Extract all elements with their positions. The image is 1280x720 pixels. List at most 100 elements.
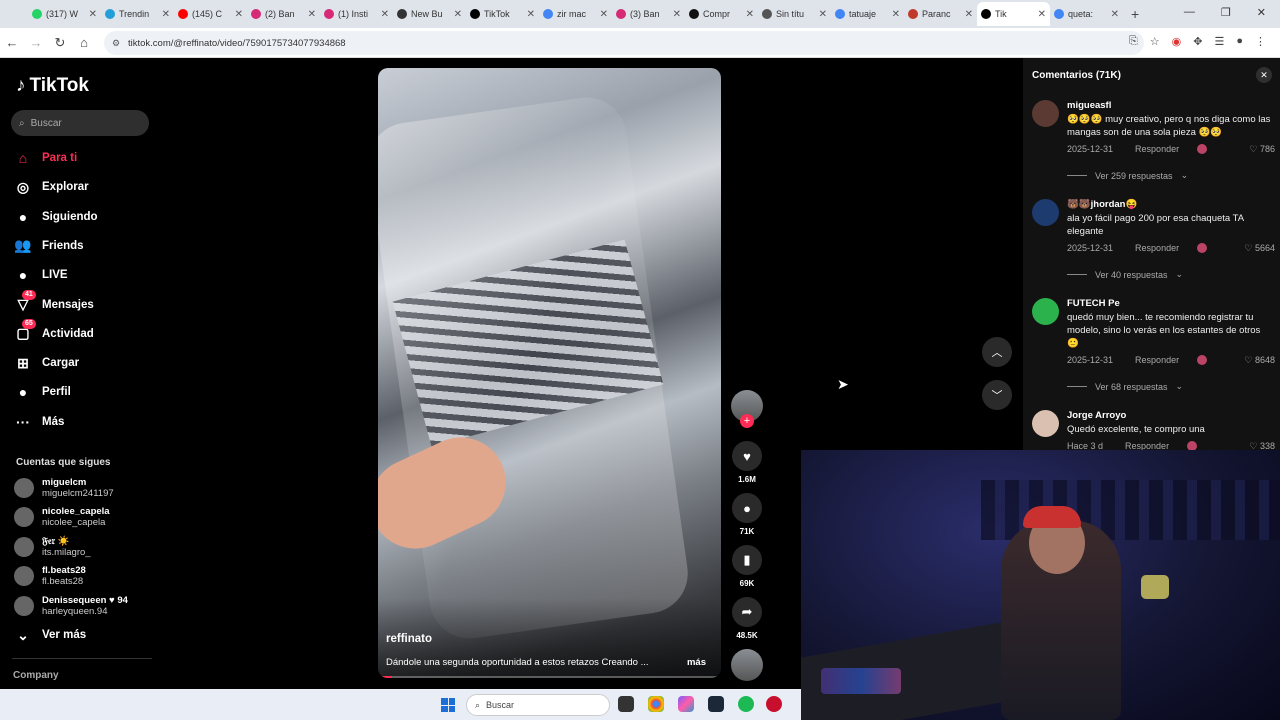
browser-tab[interactable]: zir mac ✕	[539, 2, 612, 26]
comment-button[interactable]: ● 71K	[731, 493, 763, 536]
following-account[interactable]: nicolee_capela nicolee_capela	[14, 504, 154, 530]
comment-username[interactable]: FUTECH Pe	[1067, 298, 1120, 309]
view-replies-button[interactable]: Ver 40 respuestas ⌄	[1067, 269, 1183, 280]
reload-icon[interactable]: ↻	[48, 35, 72, 51]
tab-close-icon[interactable]: ✕	[527, 9, 535, 20]
extension-record-icon[interactable]: ◉	[1172, 35, 1182, 48]
avatar[interactable]	[1032, 410, 1059, 437]
tab-close-icon[interactable]: ✕	[89, 9, 97, 20]
spotify-icon[interactable]	[738, 696, 754, 712]
comment-username[interactable]: Jorge Arroyo	[1067, 410, 1126, 421]
install-app-icon[interactable]: ⎘	[1129, 35, 1138, 48]
site-info-icon[interactable]: ⚙	[112, 38, 120, 49]
tab-close-icon[interactable]: ✕	[162, 9, 170, 20]
sidebar-item[interactable]: ● Siguiendo	[14, 205, 154, 229]
tab-close-icon[interactable]: ✕	[381, 9, 389, 20]
view-replies-button[interactable]: Ver 68 respuestas ⌄	[1067, 381, 1183, 392]
sidebar-item[interactable]: ◎ Explorar	[14, 175, 154, 199]
sidebar-item[interactable]: ··· Más	[14, 410, 154, 434]
copilot-icon[interactable]	[678, 696, 694, 712]
minimize-icon[interactable]: —	[1184, 6, 1195, 19]
browser-tab[interactable]: (3) Ban ✕	[612, 2, 685, 26]
browser-menu-icon[interactable]: ⋮	[1255, 35, 1266, 48]
tiktok-logo[interactable]: ♪ TikTok	[16, 75, 89, 97]
like-button[interactable]: ♥ 1.6M	[731, 441, 763, 484]
new-tab-icon[interactable]: +	[1131, 6, 1139, 22]
following-account[interactable]: miguelcm miguelcm241197	[14, 475, 154, 501]
close-window-icon[interactable]: ✕	[1257, 6, 1266, 19]
tab-close-icon[interactable]: ✕	[746, 9, 754, 20]
browser-tab[interactable]: (145) C ✕	[174, 2, 247, 26]
tab-close-icon[interactable]: ✕	[454, 9, 462, 20]
browser-tab[interactable]: (2) Ban ✕	[247, 2, 320, 26]
comment-username[interactable]: 🐻🐻jhordan😝	[1067, 199, 1137, 210]
browser-tab[interactable]: Sin títu ✕	[758, 2, 831, 26]
tab-search-icon[interactable]: ☰	[1214, 35, 1224, 48]
sidebar-item[interactable]: ● LIVE	[14, 263, 154, 287]
avatar[interactable]	[1032, 199, 1059, 226]
tab-close-icon[interactable]: ✕	[819, 9, 827, 20]
following-account[interactable]: 𝔉𝔢𝔯 ☀️ its.milagro_	[14, 534, 154, 560]
sidebar-item[interactable]: ⌂ Para ti	[14, 146, 154, 170]
browser-tab[interactable]: Compr ✕	[685, 2, 758, 26]
reply-button[interactable]: Responder	[1135, 243, 1179, 253]
previous-video-button[interactable]: ︿	[982, 337, 1012, 367]
avatar[interactable]	[1032, 298, 1059, 325]
sidebar-item[interactable]: ● Perfil	[14, 380, 154, 404]
company-link[interactable]: Company	[13, 670, 59, 681]
browser-tab[interactable]: (317) W ✕	[28, 2, 101, 26]
creator-avatar[interactable]: +	[731, 390, 763, 428]
browser-tab[interactable]: (1) Insti ✕	[320, 2, 393, 26]
close-icon[interactable]: ✕	[1256, 67, 1272, 83]
share-button[interactable]: ➦ 48.5K	[731, 597, 763, 640]
browser-tab[interactable]: tatuaje ✕	[831, 2, 904, 26]
tab-close-icon[interactable]: ✕	[600, 9, 608, 20]
music-disc[interactable]	[731, 649, 763, 681]
url-field[interactable]: ⚙ tiktok.com/@reffinato/video/7590175734…	[104, 31, 1144, 55]
tab-close-icon[interactable]: ✕	[673, 9, 681, 20]
tab-close-icon[interactable]: ✕	[892, 9, 900, 20]
following-account[interactable]: fl.beats28 fl.beats28	[14, 563, 154, 589]
sidebar-item[interactable]: ⊞ Cargar	[14, 351, 154, 375]
sidebar-item[interactable]: 👥 Friends	[14, 234, 154, 258]
tab-close-icon[interactable]: ✕	[1038, 9, 1046, 20]
more-button[interactable]: más	[687, 657, 706, 668]
tab-close-icon[interactable]: ✕	[965, 9, 973, 20]
task-view-icon[interactable]	[618, 696, 634, 712]
view-replies-button[interactable]: Ver 259 respuestas ⌄	[1067, 170, 1188, 181]
next-video-button[interactable]: ﹀	[982, 380, 1012, 410]
taskbar-search[interactable]: ⌕ Buscar	[466, 694, 610, 716]
following-account[interactable]: Denissequeen ♥ 94 harleyqueen.94	[14, 593, 154, 619]
steam-icon[interactable]	[708, 696, 724, 712]
home-icon[interactable]: ⌂	[72, 35, 96, 50]
comment-like-button[interactable]: ♡ 5664	[1244, 243, 1275, 254]
follow-plus-icon[interactable]: +	[740, 414, 754, 428]
see-more-button[interactable]: ⌄ Ver más	[14, 623, 154, 647]
sidebar-item[interactable]: ▽ 41 Mensajes	[14, 290, 154, 317]
browser-tab[interactable]: Tik ✕	[977, 2, 1050, 26]
tab-close-icon[interactable]: ✕	[1111, 9, 1119, 20]
restore-icon[interactable]: ❐	[1221, 6, 1231, 19]
extensions-icon[interactable]: ✥	[1193, 35, 1202, 48]
profile-avatar-icon[interactable]: ●	[1236, 35, 1243, 48]
tab-close-icon[interactable]: ✕	[235, 9, 243, 20]
browser-tab[interactable]: queta: ✕	[1050, 2, 1123, 26]
forward-icon[interactable]: →	[24, 35, 48, 50]
bookmark-star-icon[interactable]: ☆	[1150, 35, 1160, 48]
comment-like-button[interactable]: ♡ 8648	[1244, 355, 1275, 366]
reply-button[interactable]: Responder	[1135, 144, 1179, 154]
windows-start-icon[interactable]	[441, 698, 455, 712]
browser-tab[interactable]: New Bu ✕	[393, 2, 466, 26]
app-red-icon[interactable]	[766, 696, 782, 712]
video-player[interactable]: reffinato Dándole una segunda oportunida…	[378, 68, 721, 678]
video-author[interactable]: reffinato	[386, 633, 432, 645]
video-progress-bar[interactable]	[378, 676, 721, 678]
comment-like-button[interactable]: ♡ 786	[1249, 144, 1275, 155]
reply-button[interactable]: Responder	[1135, 355, 1179, 365]
chrome-icon[interactable]	[648, 696, 664, 712]
comment-username[interactable]: migueasfl	[1067, 100, 1111, 111]
back-icon[interactable]: ←	[0, 35, 24, 50]
tab-close-icon[interactable]: ✕	[308, 9, 316, 20]
search-input[interactable]: ⌕ Buscar	[11, 110, 149, 136]
avatar[interactable]	[1032, 100, 1059, 127]
